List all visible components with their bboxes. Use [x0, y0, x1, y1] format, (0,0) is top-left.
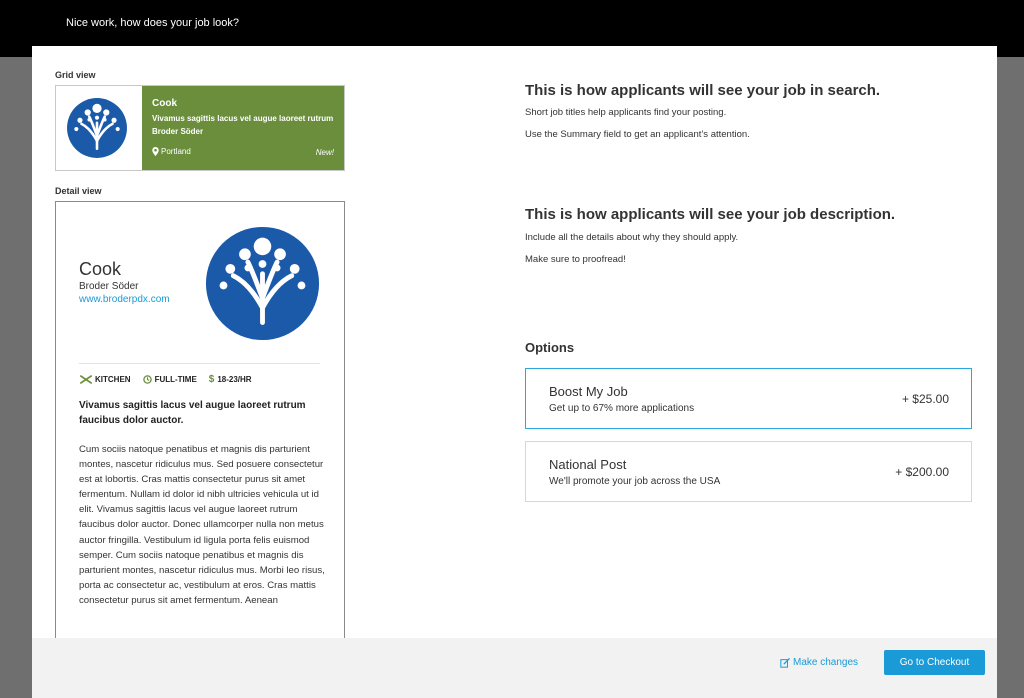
grid-job-title: Cook — [152, 98, 177, 109]
edit-icon — [780, 657, 790, 668]
description-info-heading: This is how applicants will see your job… — [525, 206, 896, 223]
tag-full-time-label: FULL-TIME — [154, 375, 197, 384]
modal-footer: Make changes Go to Checkout — [32, 638, 997, 698]
tag-pay: $ 18-23/HR — [209, 374, 252, 385]
company-logo-icon — [67, 98, 127, 158]
description-info-line-1: Include all the details about why they s… — [525, 232, 739, 243]
make-changes-link[interactable]: Make changes — [780, 657, 858, 668]
kitchen-icon — [80, 375, 92, 384]
location-pin-icon — [152, 147, 159, 156]
job-summary: Vivamus sagittis lacus vel augue laoreet… — [79, 400, 306, 426]
job-description: Cum sociis natoque penatibus et magnis d… — [79, 444, 325, 606]
header-title: Nice work, how does your job look? — [66, 17, 240, 29]
preview-modal: Grid view Cook Vivamus sagittis lacus ve… — [32, 46, 997, 698]
tag-full-time: FULL-TIME — [142, 374, 197, 385]
detail-view-card: Cook Broder Söder www.broderpdx.com KITC… — [55, 201, 345, 698]
grid-job-summary: Vivamus sagittis lacus vel augue laoreet… — [152, 114, 334, 123]
option-price: + $200.00 — [895, 465, 949, 479]
grid-view-card[interactable]: Cook Vivamus sagittis lacus vel augue la… — [55, 85, 345, 171]
tag-pay-label: 18-23/HR — [217, 375, 252, 384]
tag-kitchen-label: KITCHEN — [95, 375, 131, 384]
option-name: Boost My Job — [549, 384, 628, 399]
grid-view-info: Cook Vivamus sagittis lacus vel augue la… — [142, 86, 344, 170]
description-info-line-2: Make sure to proofread! — [525, 254, 626, 265]
option-price: + $25.00 — [901, 392, 949, 406]
clock-icon — [142, 375, 152, 384]
company-website-link[interactable]: www.broderpdx.com — [79, 294, 170, 305]
detail-company-name: Broder Söder — [79, 281, 139, 292]
option-boost-my-job[interactable]: Boost My Job Get up to 67% more applicat… — [525, 368, 972, 429]
detail-divider — [79, 363, 320, 364]
option-description: We'll promote your job across the USA — [549, 476, 721, 487]
new-badge: New! — [315, 148, 334, 157]
tag-kitchen: KITCHEN — [80, 374, 131, 385]
grid-location-text: Portland — [161, 147, 191, 156]
search-info-line-1: Short job titles help applicants find yo… — [525, 107, 727, 118]
detail-view-label: Detail view — [55, 186, 102, 196]
search-info-heading: This is how applicants will see your job… — [525, 82, 881, 99]
detail-job-title: Cook — [79, 259, 122, 279]
make-changes-label: Make changes — [793, 657, 859, 668]
dollar-icon: $ — [208, 374, 215, 385]
grid-location: Portland — [152, 147, 191, 156]
option-national-post[interactable]: National Post We'll promote your job acr… — [525, 441, 972, 502]
search-info-line-2: Use the Summary field to get an applican… — [525, 129, 750, 140]
company-logo-icon — [205, 226, 320, 341]
go-to-checkout-button[interactable]: Go to Checkout — [884, 650, 985, 675]
option-description: Get up to 67% more applications — [549, 403, 695, 414]
options-title: Options — [525, 340, 575, 355]
option-name: National Post — [549, 457, 627, 472]
grid-view-label: Grid view — [55, 70, 96, 80]
grid-company-name: Broder Söder — [152, 127, 204, 136]
job-tags: KITCHEN FULL-TIME $ 18-23/HR — [80, 374, 252, 385]
